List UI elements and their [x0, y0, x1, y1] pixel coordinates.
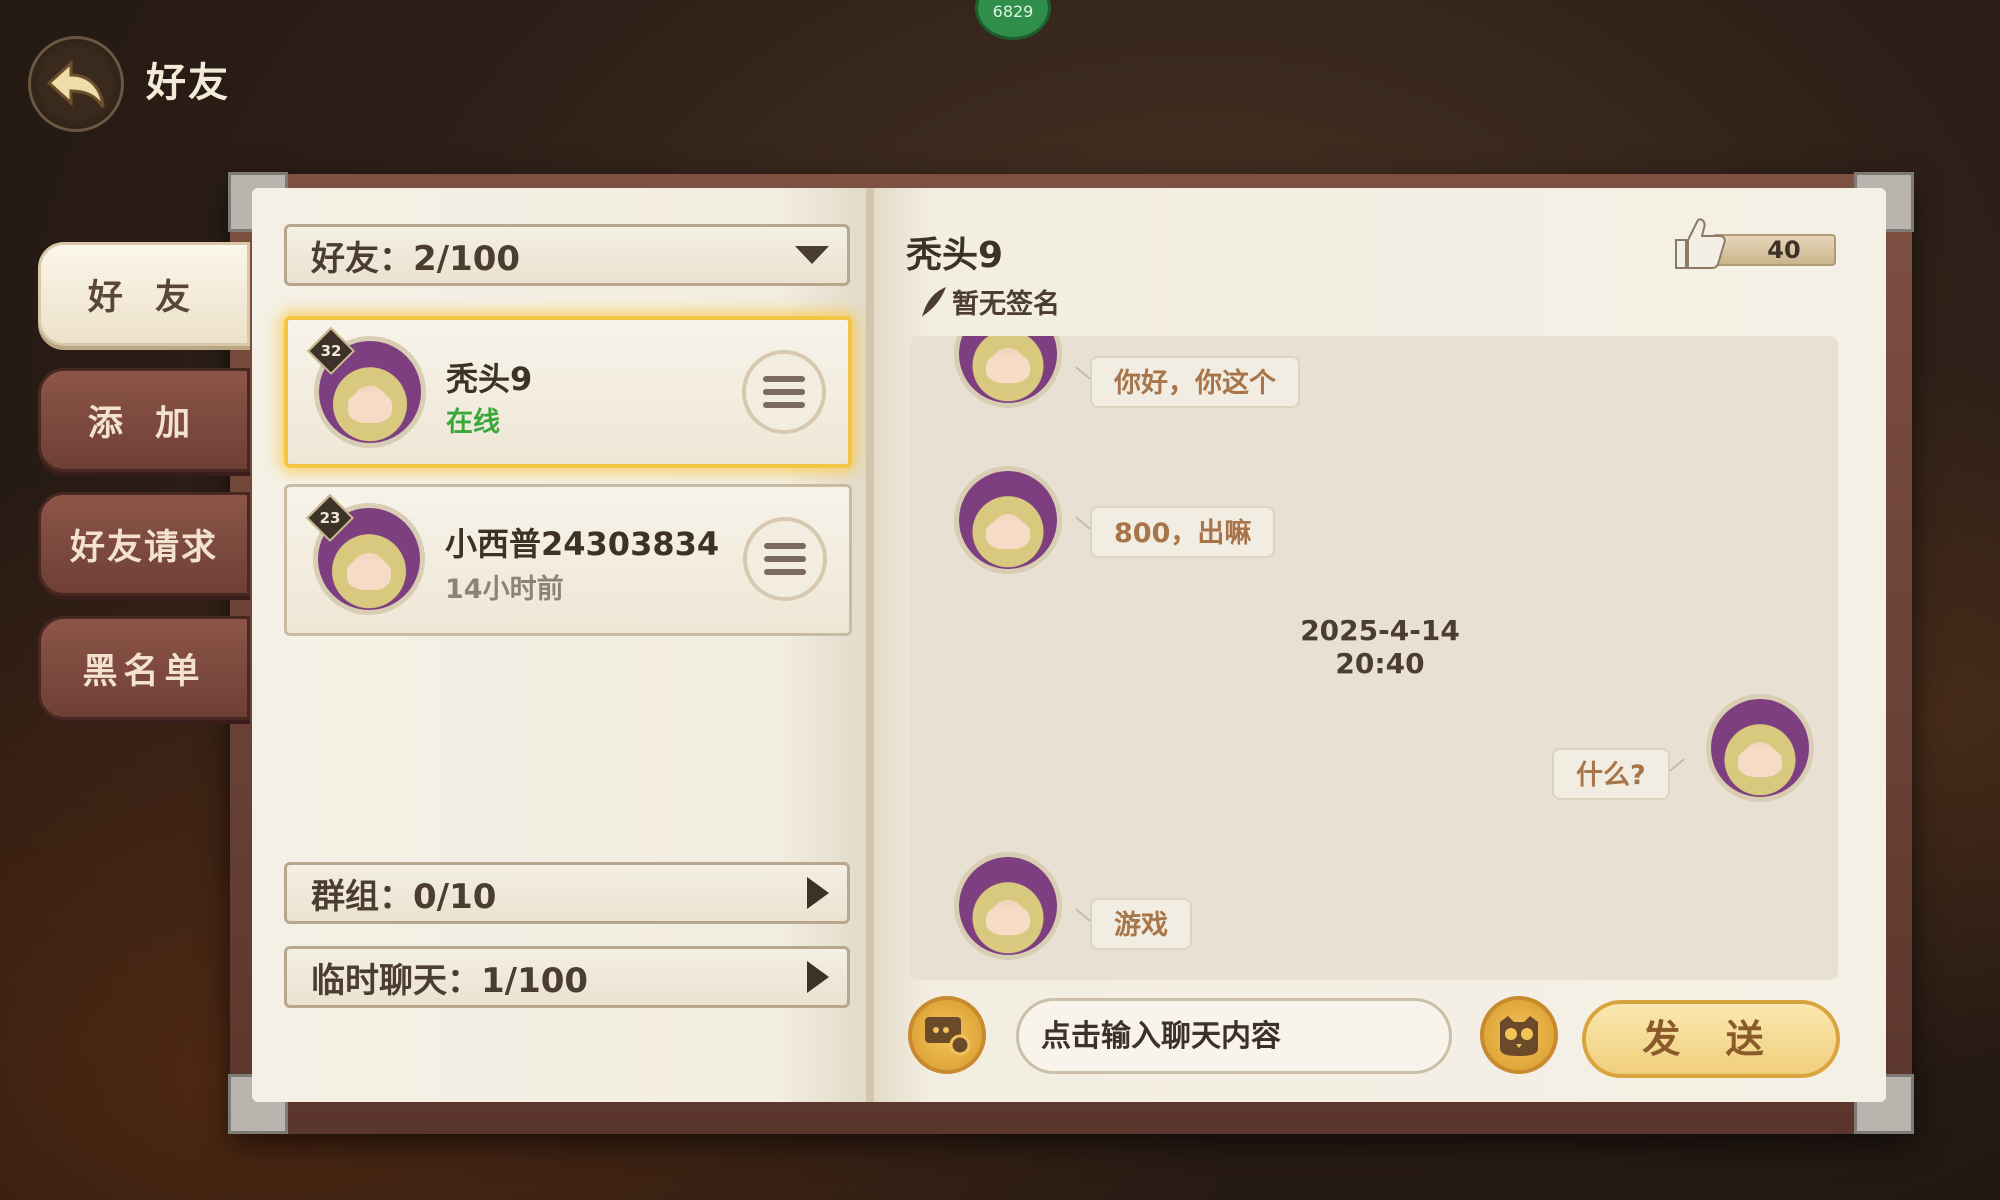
- back-button[interactable]: [28, 36, 124, 132]
- friends-count-dropdown[interactable]: 好友：2/100: [284, 224, 850, 286]
- friend-status: 在线: [446, 407, 500, 438]
- avatar: [954, 852, 1062, 960]
- like-count: 40: [1712, 234, 1836, 266]
- page-title: 好友: [146, 60, 230, 106]
- tab-friends[interactable]: 好 友: [38, 242, 250, 346]
- friend-menu-button[interactable]: [742, 350, 826, 434]
- tab-friend-requests[interactable]: 好友请求: [38, 492, 250, 596]
- friend-card[interactable]: 23 小西普24303834 14小时前: [284, 484, 852, 636]
- chat-history[interactable]: 你好，你这个 800，出嘛 2025-4-14 20:40 什么? 游戏: [910, 336, 1838, 980]
- friend-card[interactable]: 32 秃头9 在线: [284, 316, 852, 468]
- chevron-right-icon: [807, 961, 829, 993]
- chat-input[interactable]: [1016, 998, 1452, 1074]
- chat-bubble: 游戏: [1090, 898, 1192, 950]
- chat-settings-button[interactable]: [908, 996, 986, 1074]
- avatar: [954, 336, 1062, 408]
- chevron-right-icon: [807, 877, 829, 909]
- temp-chat-bar[interactable]: 临时聊天：1/100: [284, 946, 850, 1008]
- emoji-button[interactable]: [1480, 996, 1558, 1074]
- book-spine: [866, 188, 874, 1102]
- feather-icon: [922, 286, 946, 317]
- avatar: [1706, 694, 1814, 802]
- friend-menu-button[interactable]: [743, 517, 827, 601]
- emoji-owl-icon: [1500, 1016, 1538, 1056]
- like-counter[interactable]: 40: [1672, 214, 1838, 270]
- chat-timestamp: 2025-4-14 20:40: [1300, 614, 1460, 680]
- chat-settings-icon: [925, 1017, 971, 1056]
- chat-partner-name: 秃头9: [906, 235, 1004, 276]
- friend-name: 小西普24303834: [445, 525, 720, 563]
- chat-bubble: 你好，你这个: [1090, 356, 1300, 408]
- friends-count-label: 好友：2/100: [311, 238, 521, 279]
- group-count-bar[interactable]: 群组：0/10: [284, 862, 850, 924]
- tab-blacklist[interactable]: 黑名单: [38, 616, 250, 720]
- signature-text: 暂无签名: [952, 289, 1060, 320]
- send-button[interactable]: 发 送: [1582, 1000, 1840, 1078]
- signature: 暂无签名: [918, 282, 1060, 321]
- friend-status: 14小时前: [445, 574, 564, 605]
- group-count-label: 群组：0/10: [311, 876, 497, 917]
- thumbs-up-icon: [1675, 218, 1726, 269]
- friend-name: 秃头9: [446, 360, 533, 398]
- tab-add[interactable]: 添 加: [38, 368, 250, 472]
- chat-bubble: 什么?: [1552, 748, 1670, 800]
- chevron-down-icon: [795, 246, 829, 264]
- avatar: [954, 466, 1062, 574]
- back-arrow-icon: [46, 59, 105, 108]
- chat-bubble: 800，出嘛: [1090, 506, 1276, 558]
- temp-chat-label: 临时聊天：1/100: [311, 960, 589, 1001]
